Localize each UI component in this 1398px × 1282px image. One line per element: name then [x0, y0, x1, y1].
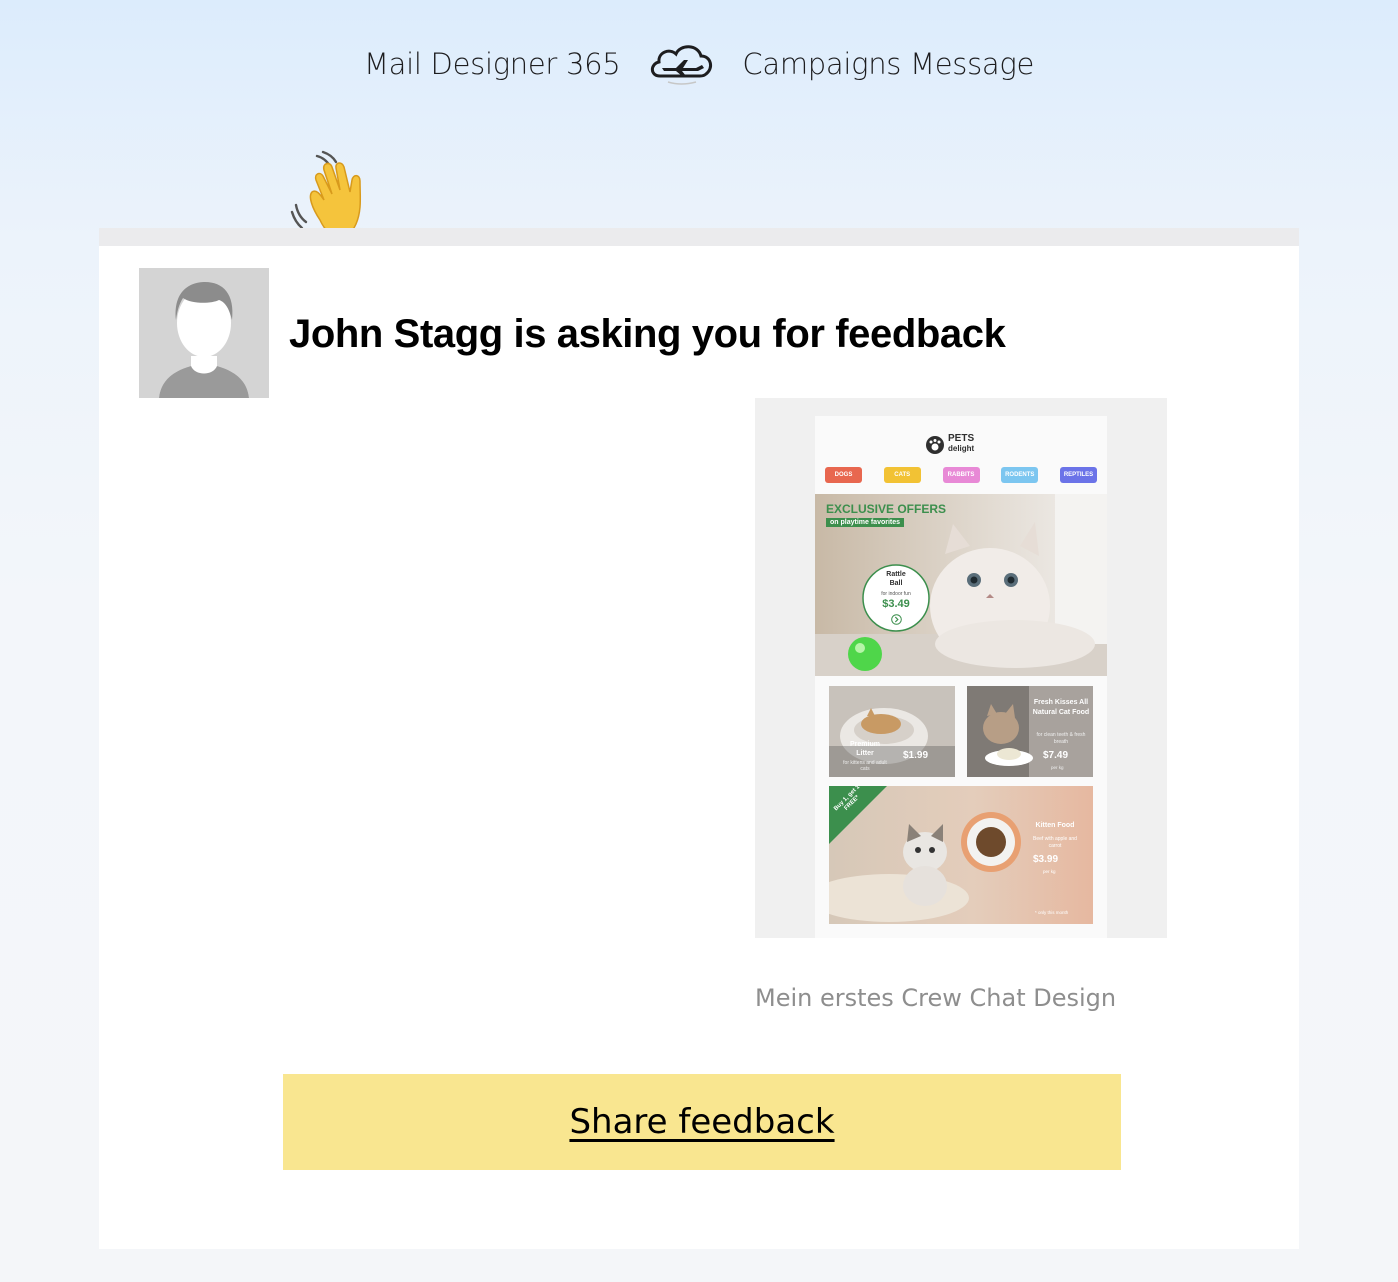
feedback-card: John Stagg is asking you for feedback PE…: [99, 246, 1299, 1249]
hero-subline: on playtime favorites: [826, 518, 905, 527]
product-tile-cat-food: Fresh Kisses All Natural Cat Food for cl…: [967, 686, 1093, 777]
tile3-sub: Beef with apple and carrot: [1033, 836, 1077, 849]
share-feedback-link[interactable]: Share feedback: [569, 1102, 834, 1142]
tile3-name: Kitten Food: [1035, 822, 1075, 829]
hero-product-sub: for indoor fun: [881, 591, 911, 597]
email-nav-item: RABBITS: [942, 467, 980, 483]
logo-text-bottom: delight: [948, 444, 975, 453]
tile3-note: * only this month: [1035, 910, 1069, 915]
app-header: Mail Designer 365 Campaigns Message: [0, 34, 1398, 94]
cloud-airplane-icon: [651, 45, 713, 85]
tile2-sub: for clean teeth & fresh breath: [1036, 732, 1086, 745]
hero-product-name: Rattle Ball: [886, 571, 906, 587]
tile2-name: Fresh Kisses All Natural Cat Food: [1032, 699, 1090, 716]
product-tile-litter: Premium Litter for kittens and adult cat…: [829, 686, 955, 777]
email-nav-item: DOGS: [825, 467, 862, 483]
product-tile-kitten-food: Buy 1, get 1 FREE* Kitten Food Beef with…: [829, 786, 1093, 924]
logo-text-top: PETS: [948, 433, 975, 444]
brand-name: Mail Designer 365: [363, 47, 621, 81]
card-top-bar: [99, 228, 1299, 246]
design-caption: Mein erstes Crew Chat Design: [755, 984, 1117, 1012]
email-nav: DOGS CATS RABBITS RODENTS REPTILES: [825, 467, 1097, 485]
product-name: Campaigns Message: [742, 47, 1035, 81]
email-thumbnail: PETS delight DOGS CATS RABBITS RODENTS REPTI…: [815, 416, 1107, 938]
default-user-avatar-icon: [139, 268, 269, 398]
email-nav-item: RODENTS: [1001, 467, 1039, 483]
tile1-price: $1.99: [903, 750, 929, 761]
tile3-price: $3.99: [1033, 854, 1059, 865]
share-feedback-button[interactable]: Share feedback: [283, 1074, 1121, 1170]
email-nav-item: CATS: [883, 467, 921, 483]
tile1-sub: for kittens and adult cats: [843, 760, 887, 772]
design-preview[interactable]: PETS delight DOGS CATS RABBITS RODENTS REPTI…: [755, 398, 1167, 938]
tile2-unit: per kg: [1051, 765, 1064, 770]
tile2-price: $7.49: [1043, 750, 1069, 761]
hero-arrow-icon: [891, 614, 902, 625]
tile1-name: Premium Litter: [850, 741, 880, 757]
hero-headline: EXCLUSIVE OFFERS: [826, 502, 947, 516]
hero-banner: EXCLUSIVE OFFERS on playtime favorites R…: [815, 494, 1107, 676]
hero-price: $3.49: [882, 598, 910, 610]
pets-delight-logo: PETS delight: [925, 432, 1005, 458]
email-nav-item: REPTILES: [1060, 467, 1097, 483]
page-title: John Stagg is asking you for feedback: [289, 312, 1006, 356]
tile3-unit: per kg: [1043, 869, 1056, 874]
